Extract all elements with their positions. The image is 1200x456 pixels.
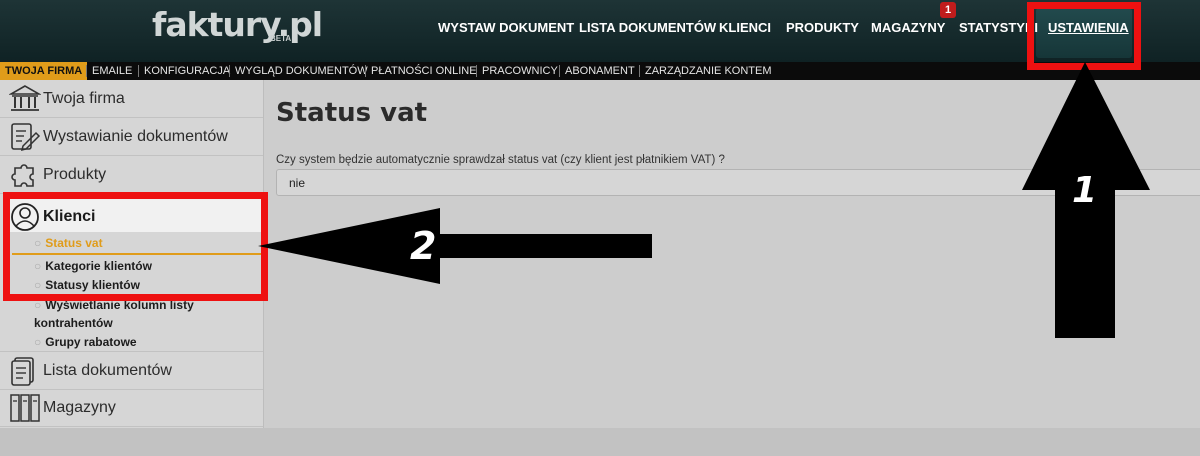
arrow-2-label: 2 bbox=[410, 224, 437, 268]
arrow-1-label: 1 bbox=[1072, 170, 1098, 211]
annotation-arrows bbox=[258, 62, 1150, 338]
arrow-2 bbox=[258, 208, 652, 284]
